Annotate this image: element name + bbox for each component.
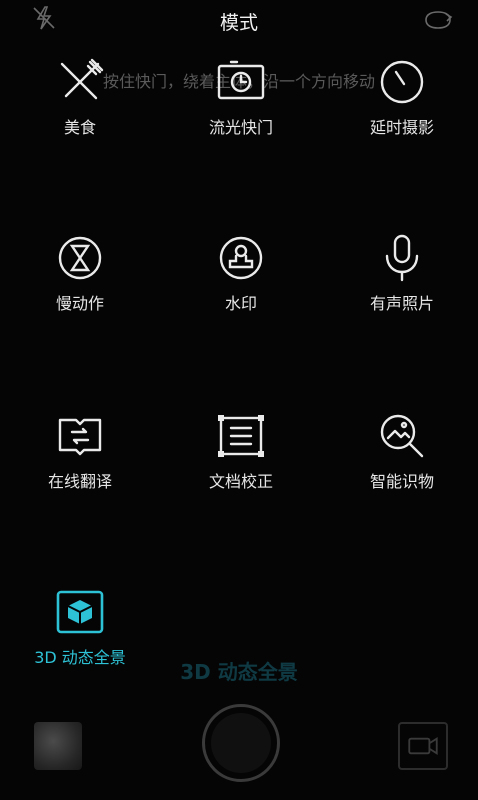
video-record-icon: [408, 737, 438, 755]
timelapse-icon: [380, 60, 424, 104]
mode-label: 美食: [63, 118, 96, 137]
mode-watermark[interactable]: 水印: [161, 230, 321, 314]
mode-label: 延时摄影: [369, 118, 434, 137]
mode-label: 有声照片: [369, 294, 434, 313]
page-title: 模式: [219, 12, 258, 34]
mode-label: 慢动作: [55, 294, 104, 313]
audio-photo-icon: [385, 234, 419, 282]
mode-light-painting[interactable]: 流光快门: [161, 54, 321, 138]
switch-camera-icon[interactable]: [420, 8, 456, 32]
mode-slow-motion[interactable]: 慢动作: [0, 230, 160, 314]
current-mode-watermark: 3D 动态全景: [180, 660, 298, 684]
mode-object-recognition[interactable]: 智能识物: [322, 408, 478, 492]
mode-food[interactable]: 美食: [0, 54, 160, 138]
slow-motion-icon: [58, 236, 102, 280]
mode-document-correct[interactable]: 文档校正: [161, 408, 321, 492]
translate-icon: [58, 418, 102, 456]
document-correct-icon: [218, 415, 264, 457]
food-icon: [60, 58, 104, 100]
top-bar: 模式: [0, 0, 478, 40]
mode-timelapse[interactable]: 延时摄影: [322, 54, 478, 138]
mode-label: 流光快门: [208, 118, 273, 137]
mode-label: 文档校正: [208, 472, 273, 491]
mode-label: 在线翻译: [47, 472, 112, 491]
object-recognition-icon: [380, 414, 424, 458]
mode-label: 水印: [224, 294, 257, 313]
mode-label: 智能识物: [369, 472, 434, 491]
mode-translate[interactable]: 在线翻译: [0, 408, 160, 492]
gallery-thumbnail[interactable]: [34, 722, 82, 770]
shutter-button[interactable]: [202, 704, 280, 782]
light-painting-icon: [217, 60, 265, 100]
mode-audio-photo[interactable]: 有声照片: [322, 230, 478, 314]
3d-panorama-icon: [56, 590, 104, 634]
video-record-button[interactable]: [398, 722, 448, 770]
watermark-icon: [219, 236, 263, 280]
